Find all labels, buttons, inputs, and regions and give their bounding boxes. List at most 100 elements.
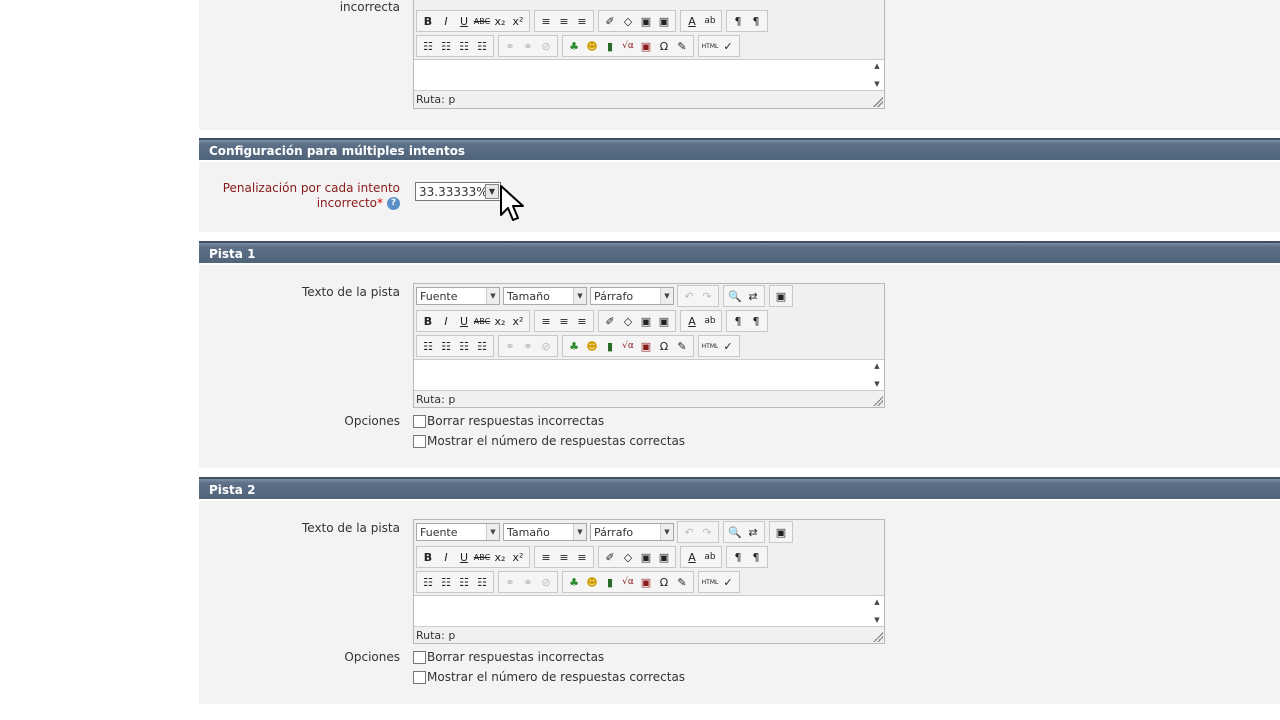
paste-text-icon[interactable]: ▣: [637, 548, 655, 566]
checkbox[interactable]: [413, 650, 426, 664]
ltr-icon[interactable]: ¶: [729, 312, 747, 330]
textarea-scrollbar[interactable]: ▲ ▼: [870, 60, 884, 90]
spellcheck-icon[interactable]: ✓: [719, 337, 737, 355]
help-icon[interactable]: ?: [387, 197, 400, 210]
hint-1-option-clear[interactable]: Borrar respuestas incorrectas: [413, 414, 604, 428]
table-icon[interactable]: ▣: [637, 37, 655, 55]
media-icon[interactable]: ▮: [601, 573, 619, 591]
strikethrough-icon[interactable]: ABC: [473, 12, 491, 30]
align-center-icon[interactable]: ≡: [555, 12, 573, 30]
eraser-icon[interactable]: ◇: [619, 548, 637, 566]
paragraph-select[interactable]: Párrafo ▼: [590, 287, 674, 305]
outdent-icon[interactable]: ☷: [455, 573, 473, 591]
bg-color-icon[interactable]: ab: [701, 12, 719, 30]
indent-icon[interactable]: ☷: [473, 573, 491, 591]
image-icon[interactable]: ♣: [565, 37, 583, 55]
chevron-up-icon[interactable]: ▲: [874, 62, 879, 70]
link-icon[interactable]: ⚭: [501, 573, 519, 591]
paste-text-icon[interactable]: ▣: [637, 12, 655, 30]
outdent-icon[interactable]: ☷: [455, 37, 473, 55]
undo-icon[interactable]: ↶: [680, 287, 698, 305]
align-left-icon[interactable]: ≡: [537, 548, 555, 566]
hint-1-header[interactable]: Pista 1: [199, 241, 1280, 263]
html-icon[interactable]: HTML: [701, 573, 719, 591]
special-char-icon[interactable]: Ω: [655, 573, 673, 591]
fullscreen-icon[interactable]: ▣: [772, 287, 790, 305]
numbered-list-icon[interactable]: ☷: [437, 337, 455, 355]
emoticon-icon[interactable]: ☻: [583, 337, 601, 355]
italic-icon[interactable]: I: [437, 312, 455, 330]
checkbox[interactable]: [413, 670, 426, 684]
paste-text-icon[interactable]: ▣: [637, 312, 655, 330]
subscript-icon[interactable]: x₂: [491, 548, 509, 566]
hint-2-header[interactable]: Pista 2: [199, 477, 1280, 499]
edit-icon[interactable]: ✎: [673, 37, 691, 55]
eraser-icon[interactable]: ◇: [619, 12, 637, 30]
paste-word-icon[interactable]: ▣: [655, 548, 673, 566]
italic-icon[interactable]: I: [437, 12, 455, 30]
edit-icon[interactable]: ✎: [673, 337, 691, 355]
size-select[interactable]: Tamaño ▼: [503, 287, 587, 305]
text-color-icon[interactable]: A: [683, 312, 701, 330]
indent-icon[interactable]: ☷: [473, 37, 491, 55]
underline-icon[interactable]: U: [455, 12, 473, 30]
chevron-down-icon[interactable]: ▼: [486, 524, 499, 540]
align-left-icon[interactable]: ≡: [537, 12, 555, 30]
media-icon[interactable]: ▮: [601, 37, 619, 55]
outdent-icon[interactable]: ☷: [455, 337, 473, 355]
eraser-icon[interactable]: ◇: [619, 312, 637, 330]
underline-icon[interactable]: U: [455, 312, 473, 330]
font-select[interactable]: Fuente ▼: [416, 287, 500, 305]
rtl-icon[interactable]: ¶: [747, 312, 765, 330]
indent-icon[interactable]: ☷: [473, 337, 491, 355]
equation-icon[interactable]: √α: [619, 573, 637, 591]
paragraph-select[interactable]: Párrafo ▼: [590, 523, 674, 541]
italic-icon[interactable]: I: [437, 548, 455, 566]
image-icon[interactable]: ♣: [565, 337, 583, 355]
superscript-icon[interactable]: x²: [509, 312, 527, 330]
resize-grip-icon[interactable]: [873, 396, 883, 406]
chevron-down-icon[interactable]: ▼: [874, 80, 879, 88]
spellcheck-icon[interactable]: ✓: [719, 573, 737, 591]
superscript-icon[interactable]: x²: [509, 12, 527, 30]
bold-icon[interactable]: B: [419, 548, 437, 566]
search-icon[interactable]: 🔍: [726, 287, 744, 305]
special-char-icon[interactable]: Ω: [655, 37, 673, 55]
resize-grip-icon[interactable]: [873, 97, 883, 107]
replace-icon[interactable]: ⇄: [744, 287, 762, 305]
unlink-icon[interactable]: ⚭: [519, 37, 537, 55]
chevron-up-icon[interactable]: ▲: [874, 598, 879, 606]
spellcheck-icon[interactable]: ✓: [719, 37, 737, 55]
bold-icon[interactable]: B: [419, 312, 437, 330]
strikethrough-icon[interactable]: ABC: [473, 548, 491, 566]
bullet-list-icon[interactable]: ☷: [419, 337, 437, 355]
redo-icon[interactable]: ↷: [698, 287, 716, 305]
feedback-textarea[interactable]: ▲ ▼: [414, 59, 884, 91]
equation-icon[interactable]: √α: [619, 37, 637, 55]
chevron-down-icon[interactable]: ▼: [573, 524, 586, 540]
bg-color-icon[interactable]: ab: [701, 312, 719, 330]
emoticon-icon[interactable]: ☻: [583, 37, 601, 55]
subscript-icon[interactable]: x₂: [491, 12, 509, 30]
chevron-down-icon[interactable]: ▼: [660, 288, 673, 304]
redo-icon[interactable]: ↷: [698, 523, 716, 541]
anchor-icon[interactable]: ⊘: [537, 37, 555, 55]
subscript-icon[interactable]: x₂: [491, 312, 509, 330]
special-char-icon[interactable]: Ω: [655, 337, 673, 355]
numbered-list-icon[interactable]: ☷: [437, 573, 455, 591]
chevron-down-icon[interactable]: ▼: [486, 288, 499, 304]
image-icon[interactable]: ♣: [565, 573, 583, 591]
table-icon[interactable]: ▣: [637, 337, 655, 355]
align-right-icon[interactable]: ≡: [573, 312, 591, 330]
anchor-icon[interactable]: ⊘: [537, 337, 555, 355]
search-icon[interactable]: 🔍: [726, 523, 744, 541]
bullet-list-icon[interactable]: ☷: [419, 37, 437, 55]
textarea-scrollbar[interactable]: ▲ ▼: [870, 360, 884, 390]
equation-icon[interactable]: √α: [619, 337, 637, 355]
bg-color-icon[interactable]: ab: [701, 548, 719, 566]
resize-grip-icon[interactable]: [873, 632, 883, 642]
underline-icon[interactable]: U: [455, 548, 473, 566]
clean-format-icon[interactable]: ✐: [601, 312, 619, 330]
bold-icon[interactable]: B: [419, 12, 437, 30]
checkbox[interactable]: [413, 434, 426, 448]
